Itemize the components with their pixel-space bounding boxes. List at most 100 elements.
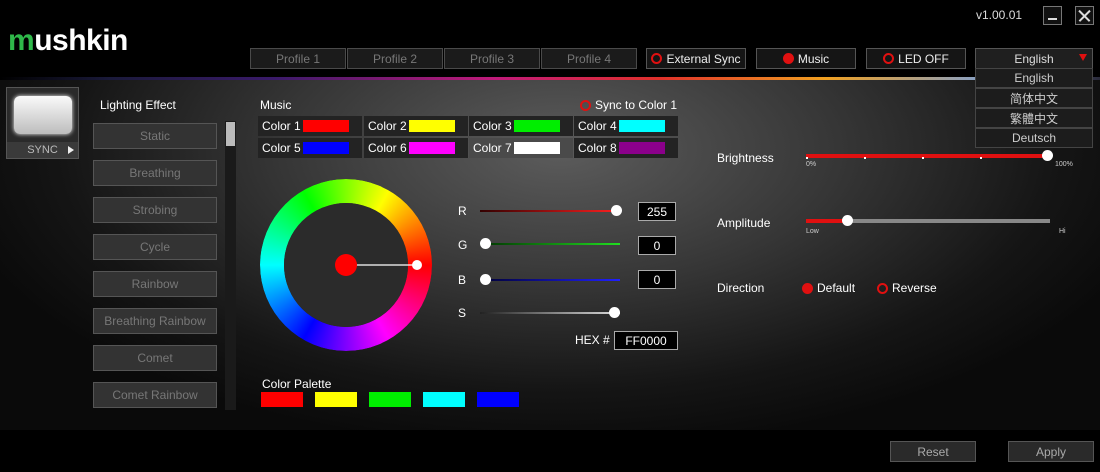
effect-breathing-rainbow-button[interactable]: Breathing Rainbow [93, 308, 217, 334]
lighting-effect-title: Lighting Effect [100, 98, 176, 112]
radio-selected-icon [782, 53, 794, 64]
direction-label: Direction [717, 281, 765, 295]
effect-comet-rainbow-button[interactable]: Comet Rainbow [93, 382, 217, 408]
b-slider-track[interactable] [480, 279, 620, 281]
reset-button[interactable]: Reset [890, 441, 976, 462]
language-option-traditional-chinese[interactable]: 繁體中文 [975, 108, 1093, 128]
s-slider-knob[interactable] [609, 307, 620, 318]
effect-cycle-button[interactable]: Cycle [93, 234, 217, 260]
external-sync-label: External Sync [666, 51, 741, 66]
effect-rainbow-button[interactable]: Rainbow [93, 271, 217, 297]
g-slider-track[interactable] [480, 243, 620, 245]
app-window: mushkin v1.00.01 Profile 1 Profile 2 Pro… [0, 0, 1100, 472]
color-swatch [619, 142, 665, 154]
color-chip-label: Color 1 [262, 119, 301, 133]
profile-2-button[interactable]: Profile 2 [347, 48, 443, 69]
color-swatch [303, 120, 349, 132]
b-slider-knob[interactable] [480, 274, 491, 285]
direction-reverse-radio[interactable]: Reverse [877, 281, 937, 295]
language-option-simplified-chinese[interactable]: 简体中文 [975, 88, 1093, 108]
language-option-deutsch[interactable]: Deutsch [975, 128, 1093, 148]
color-chip-4[interactable]: Color 4 [574, 116, 678, 136]
external-sync-button[interactable]: External Sync [646, 48, 746, 69]
language-option-english[interactable]: English [975, 68, 1093, 88]
effect-strobing-button[interactable]: Strobing [93, 197, 217, 223]
color-chip-label: Color 3 [473, 119, 512, 133]
color-chip-label: Color 7 [473, 141, 512, 155]
chevron-right-icon [68, 146, 74, 154]
direction-default-label: Default [817, 281, 856, 295]
hue-handle[interactable] [412, 260, 422, 270]
radio-icon [883, 53, 895, 64]
dropdown-arrow-icon [1079, 54, 1087, 61]
palette-swatch-4[interactable] [423, 392, 465, 407]
amplitude-max-label: Hi [1059, 228, 1066, 235]
amplitude-label: Amplitude [717, 216, 771, 230]
scrollbar-thumb[interactable] [226, 122, 235, 146]
sync-to-color1-radio[interactable]: Sync to Color 1 [580, 98, 677, 112]
sync-to-color1-label: Sync to Color 1 [595, 98, 678, 112]
color-chip-1[interactable]: Color 1 [258, 116, 362, 136]
g-slider-knob[interactable] [480, 238, 491, 249]
effect-static-button[interactable]: Static [93, 123, 217, 149]
selected-color-dot [335, 254, 357, 276]
profile-4-button[interactable]: Profile 4 [541, 48, 637, 69]
close-button[interactable] [1075, 6, 1094, 25]
color-chip-3[interactable]: Color 3 [469, 116, 573, 136]
ram-module-icon [14, 96, 72, 134]
color-swatch [409, 120, 455, 132]
amplitude-min-label: Low [806, 228, 819, 235]
color-palette-title: Color Palette [262, 377, 332, 391]
music-button[interactable]: Music [756, 48, 856, 69]
color-chip-5[interactable]: Color 5 [258, 138, 362, 158]
version-label: v1.00.01 [976, 8, 1023, 22]
palette-swatch-1[interactable] [261, 392, 303, 407]
color-chip-label: Color 2 [368, 119, 407, 133]
palette-swatch-2[interactable] [315, 392, 357, 407]
g-label: G [458, 238, 468, 252]
color-swatch [514, 120, 560, 132]
minimize-button[interactable] [1043, 6, 1062, 25]
music-label: Music [797, 51, 830, 66]
profile-1-button[interactable]: Profile 1 [250, 48, 346, 69]
rainbow-divider [0, 77, 1100, 80]
color-chip-label: Color 4 [578, 119, 617, 133]
color-chip-8[interactable]: Color 8 [574, 138, 678, 158]
r-value-input[interactable]: 255 [638, 202, 676, 221]
effect-breathing-button[interactable]: Breathing [93, 160, 217, 186]
language-selected: English [1014, 51, 1054, 66]
radio-icon [580, 99, 591, 111]
brightness-label: Brightness [717, 151, 774, 165]
led-off-label: LED OFF [898, 51, 949, 66]
r-label: R [458, 204, 467, 218]
effects-scrollbar[interactable] [225, 121, 236, 410]
device-sync-card[interactable]: SYNC [6, 87, 79, 159]
hex-label: HEX # [575, 333, 610, 347]
s-slider-track[interactable] [480, 312, 620, 314]
radio-selected-icon [802, 282, 813, 294]
music-title: Music [260, 98, 292, 112]
language-select[interactable]: English [975, 48, 1093, 69]
palette-swatch-5[interactable] [477, 392, 519, 407]
profile-3-button[interactable]: Profile 3 [444, 48, 540, 69]
direction-default-radio[interactable]: Default [802, 281, 855, 295]
apply-button[interactable]: Apply [1008, 441, 1094, 462]
amplitude-slider-knob[interactable] [842, 215, 853, 226]
color-chip-7[interactable]: Color 7 [469, 138, 573, 158]
led-off-button[interactable]: LED OFF [866, 48, 966, 69]
color-wheel[interactable] [260, 179, 432, 351]
r-slider-knob[interactable] [611, 205, 622, 216]
b-value-input[interactable]: 0 [638, 270, 676, 289]
palette-swatch-3[interactable] [369, 392, 411, 407]
effect-comet-button[interactable]: Comet [93, 345, 217, 371]
color-chip-label: Color 5 [262, 141, 301, 155]
r-slider-track[interactable] [480, 210, 620, 212]
color-swatch [619, 120, 665, 132]
radio-icon [651, 53, 663, 64]
hex-input[interactable]: FF0000 [614, 331, 678, 350]
g-value-input[interactable]: 0 [638, 236, 676, 255]
brightness-slider-knob[interactable] [1042, 150, 1053, 161]
color-chip-2[interactable]: Color 2 [364, 116, 468, 136]
color-swatch [514, 142, 560, 154]
color-chip-6[interactable]: Color 6 [364, 138, 468, 158]
